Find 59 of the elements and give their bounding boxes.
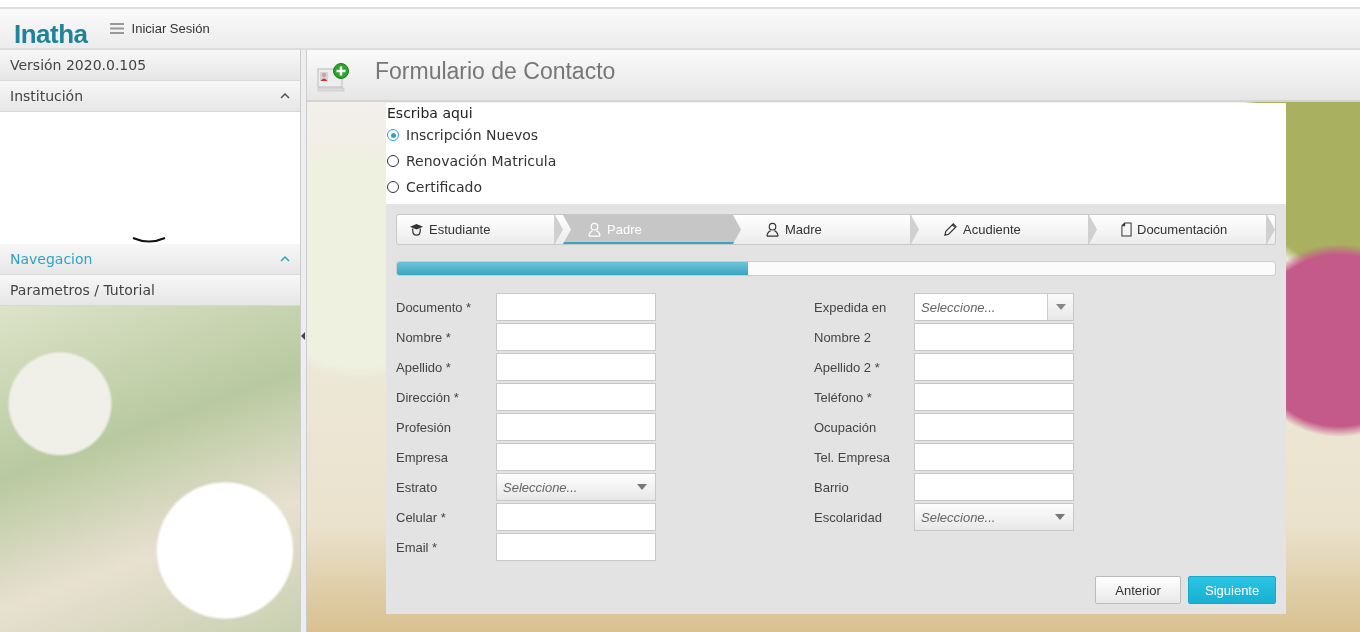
- radio-option[interactable]: Renovación Matricula: [387, 148, 1286, 174]
- field-label: Profesión: [396, 419, 452, 435]
- input-field[interactable]: [914, 323, 1074, 351]
- input-field[interactable]: [496, 413, 656, 441]
- input-field[interactable]: [496, 503, 656, 531]
- prompt-text: Escriba aqui: [387, 104, 474, 122]
- contact-add-icon: [317, 63, 351, 93]
- input-field[interactable]: [496, 293, 656, 321]
- chevron-up-icon: [280, 256, 290, 262]
- field-label: Escolaridad: [814, 509, 883, 525]
- input-field[interactable]: [914, 443, 1074, 471]
- input-field[interactable]: [914, 353, 1074, 381]
- input-field[interactable]: [914, 473, 1074, 501]
- input-field[interactable]: [914, 413, 1074, 441]
- person-icon: [765, 222, 780, 237]
- field-label: Nombre *: [396, 329, 452, 345]
- person-icon: [587, 222, 602, 237]
- field-label: Celular *: [396, 509, 447, 525]
- arc-shape: [132, 237, 166, 243]
- field-label: Ocupación: [814, 419, 878, 435]
- field-label: Barrio: [814, 479, 850, 495]
- section-header[interactable]: Institución: [0, 81, 300, 112]
- field-label: Estrato: [396, 479, 439, 495]
- dropdown[interactable]: Seleccione...: [496, 473, 656, 501]
- input-field[interactable]: [496, 353, 656, 381]
- radio-option[interactable]: Inscripción Nuevos: [387, 122, 1286, 148]
- page-title: Formulario de Contacto: [375, 57, 616, 85]
- field-label: Documento *: [396, 299, 473, 315]
- previous-button[interactable]: Anterior: [1095, 576, 1181, 604]
- dropdown-arrow-icon: [637, 484, 647, 490]
- field-label: Empresa: [396, 449, 450, 465]
- input-field[interactable]: [496, 443, 656, 471]
- document-icon: [1121, 222, 1132, 237]
- logo[interactable]: Inatha: [14, 20, 88, 48]
- sidebar-item[interactable]: Parametros / Tutorial: [0, 275, 300, 306]
- menu-icon[interactable]: [109, 23, 124, 34]
- pencil-icon: [943, 222, 958, 237]
- dropdown-arrow-icon: [1055, 304, 1066, 310]
- dropdown-arrow-icon: [1055, 514, 1065, 520]
- input-field[interactable]: [496, 533, 656, 561]
- field-label: Nombre 2: [814, 329, 873, 345]
- dropdown[interactable]: Seleccione...: [914, 503, 1074, 531]
- field-label: Email *: [396, 539, 439, 555]
- input-field[interactable]: [914, 383, 1074, 411]
- field-label: Apellido *: [396, 359, 452, 375]
- input-field[interactable]: [496, 383, 656, 411]
- field-label: Dirección *: [396, 389, 460, 405]
- version-label: Versión 2020.0.105: [0, 50, 300, 81]
- radio-option[interactable]: Certificado: [387, 174, 1286, 200]
- chevron-up-icon: [280, 93, 290, 99]
- splitter-handle[interactable]: [301, 50, 307, 632]
- graduation-cap-icon: [409, 222, 424, 237]
- field-label: Teléfono *: [814, 389, 873, 405]
- input-field[interactable]: [496, 323, 656, 351]
- login-link[interactable]: Iniciar Sesión: [131, 21, 210, 36]
- dropdown[interactable]: Seleccione...: [914, 293, 1074, 321]
- field-label: Tel. Empresa: [814, 449, 891, 465]
- field-label: Apellido 2 *: [814, 359, 881, 375]
- field-label: Expedida en: [814, 299, 888, 315]
